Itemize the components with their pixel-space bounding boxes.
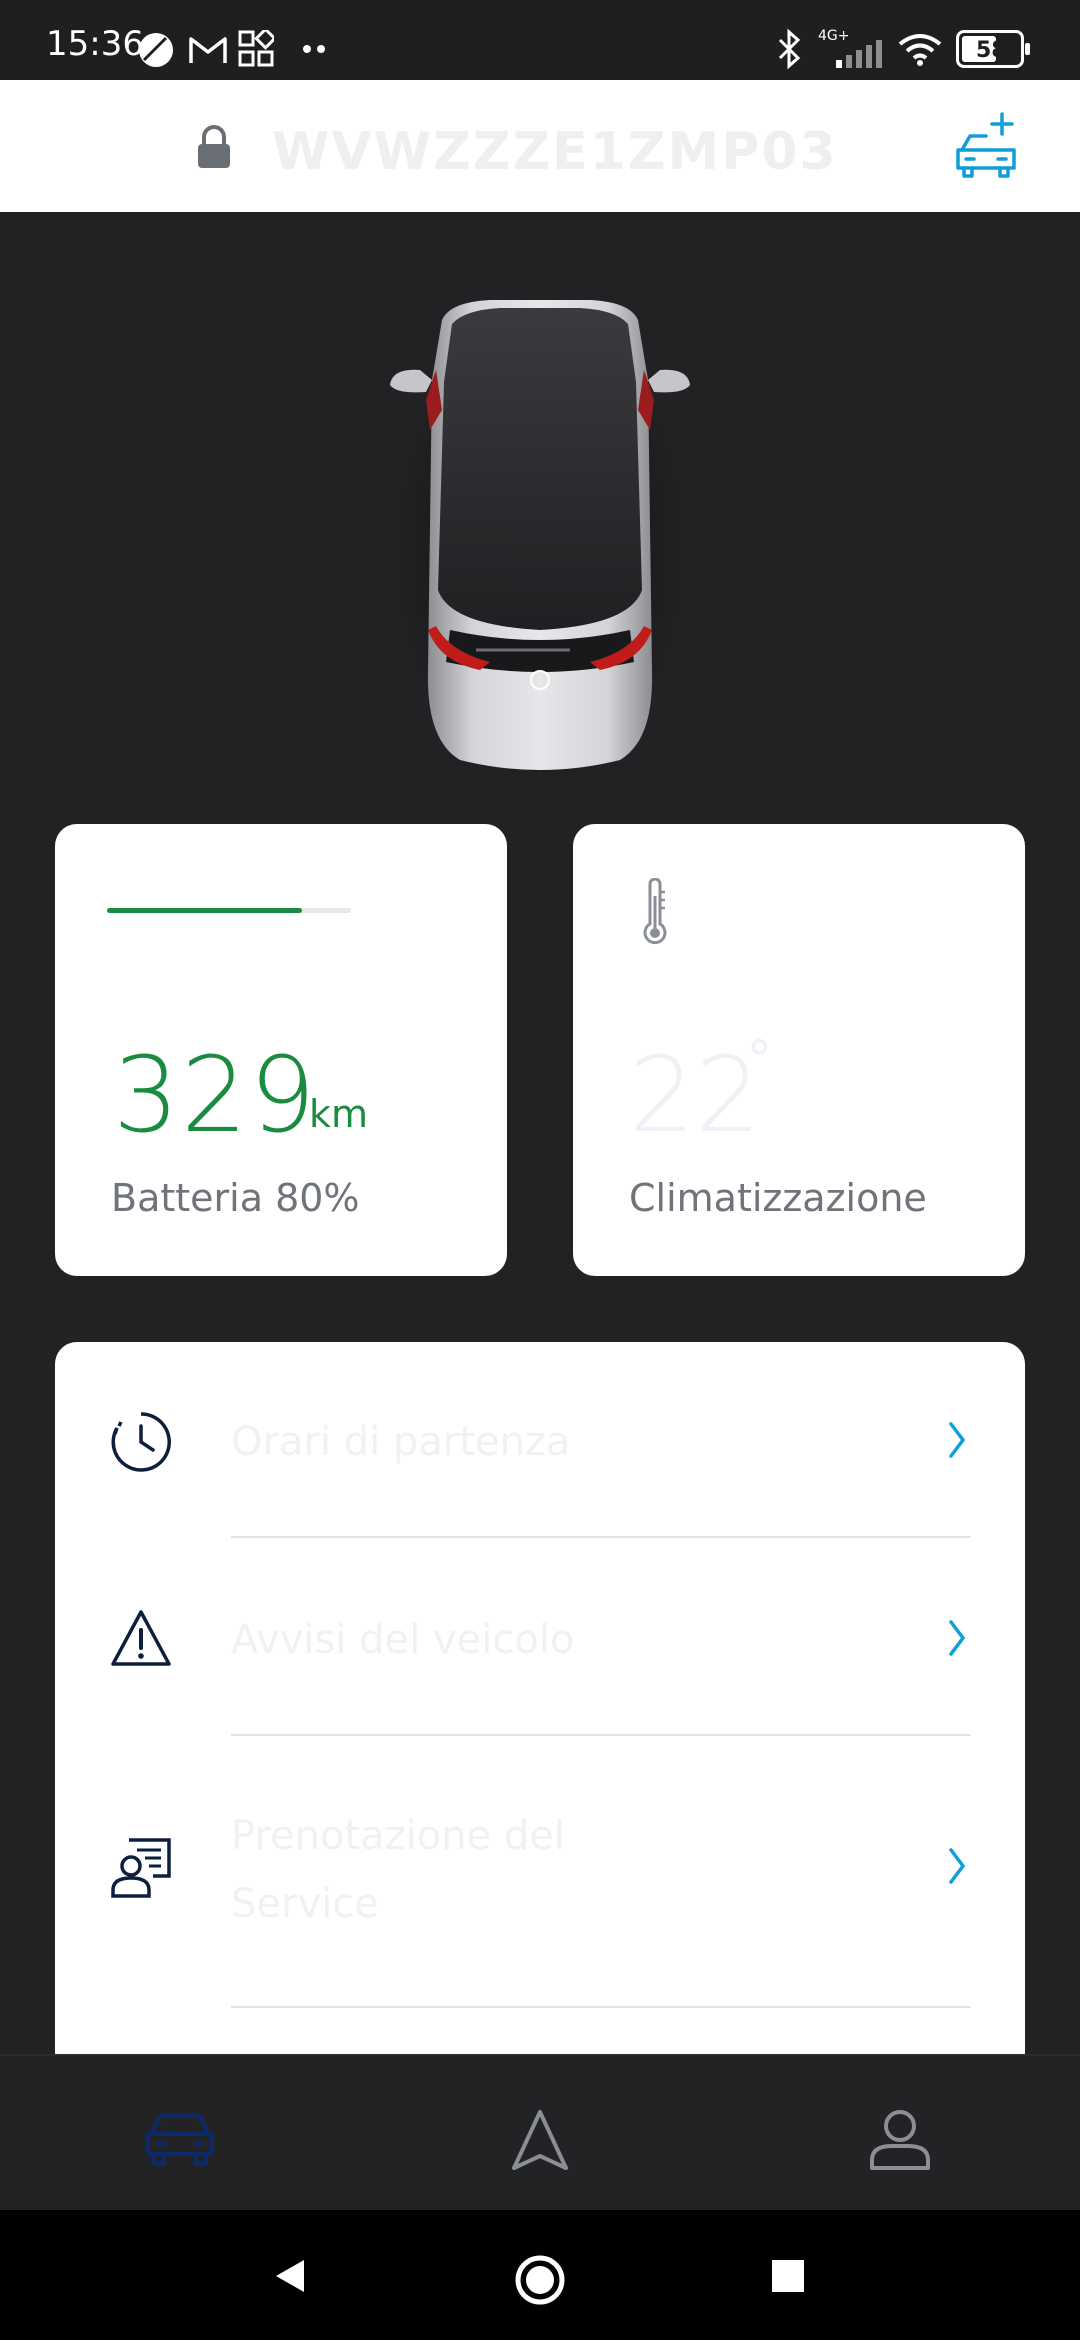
battery-label: Batteria 80%: [111, 1176, 360, 1220]
range-value: 329: [113, 1034, 318, 1156]
divider: [231, 1536, 971, 1538]
signal-icon: [836, 40, 882, 68]
chevron-right-icon: [949, 1422, 966, 1458]
range-unit: km: [309, 1092, 369, 1136]
car-image: [390, 300, 690, 780]
navigation-tab-icon[interactable]: [510, 2108, 570, 2172]
wifi-icon: [898, 34, 942, 66]
vehicle-id[interactable]: WVWZZZE1ZMP03: [272, 122, 838, 182]
menu-list: Orari di partenza Avvisi del veicolo Pre…: [55, 1342, 1025, 2062]
battery-card[interactable]: 329 km Batteria 80%: [55, 824, 507, 1276]
list-item-label-line2: Service: [231, 1881, 379, 1927]
temperature-degree: °: [747, 1030, 772, 1088]
divider: [231, 1734, 971, 1736]
apps-icon: [238, 30, 274, 67]
status-bar: 15:36 4G+ 58: [0, 0, 1080, 80]
battery-percent: 58: [976, 38, 1007, 63]
bottom-navigation: [0, 2054, 1080, 2210]
recents-icon[interactable]: [770, 2258, 806, 2294]
battery-progress-fill: [107, 908, 303, 913]
system-navigation-bar: [0, 2210, 1080, 2340]
back-icon[interactable]: [270, 2256, 310, 2296]
list-item-vehicle-alerts[interactable]: Avvisi del veicolo: [55, 1568, 1025, 1708]
list-item-label: Avvisi del veicolo: [231, 1617, 575, 1663]
list-item-departure-times[interactable]: Orari di partenza: [55, 1370, 1025, 1510]
list-item-service-booking[interactable]: Prenotazione del Service: [55, 1766, 1025, 1986]
warning-icon: [111, 1610, 171, 1666]
temperature-value: 22: [629, 1034, 762, 1156]
profile-tab-icon[interactable]: [868, 2108, 932, 2172]
battery-icon: 58: [956, 30, 1030, 68]
gmail-icon: [189, 37, 227, 63]
bluetooth-icon: [778, 28, 801, 70]
divider: [231, 2006, 971, 2008]
battery-progress-bar: [107, 908, 351, 913]
car-tab-icon[interactable]: [144, 2108, 216, 2168]
more-dots-icon: [303, 45, 325, 53]
status-time: 15:36: [46, 24, 144, 64]
add-car-icon[interactable]: [954, 110, 1024, 180]
clock-app-icon: [139, 33, 173, 67]
home-icon[interactable]: [514, 2254, 566, 2306]
clock-icon: [111, 1412, 171, 1472]
chevron-right-icon: [949, 1848, 966, 1884]
lock-icon: [198, 125, 230, 168]
service-booking-icon: [111, 1838, 171, 1898]
climate-card[interactable]: 22 ° Climatizzazione: [573, 824, 1025, 1276]
thermometer-icon: [643, 878, 667, 945]
list-item-label: Orari di partenza: [231, 1419, 571, 1465]
chevron-right-icon: [949, 1620, 966, 1656]
climate-label: Climatizzazione: [629, 1176, 927, 1220]
